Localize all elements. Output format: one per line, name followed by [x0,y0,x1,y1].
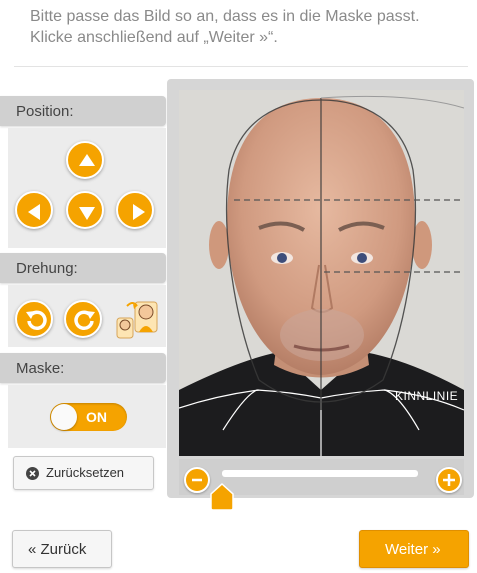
zoom-out-button[interactable] [184,467,210,493]
move-down-button[interactable] [66,191,104,229]
rotate-left-button[interactable] [15,300,53,338]
chin-line-label: KINNLINIE [395,389,459,403]
zoom-out-icon [192,478,202,482]
instruction-text: Bitte passe das Bild so an, dass es in d… [30,8,420,46]
rotation-header: Drehung: [0,253,166,283]
mask-toggle[interactable]: ON [50,403,127,431]
arrow-left-icon [28,204,40,220]
photo-canvas[interactable]: KINNLINIE [179,90,464,456]
move-up-button[interactable] [66,141,104,179]
rotate-right-button[interactable] [64,300,102,338]
next-button[interactable]: Weiter » [359,530,469,568]
back-button[interactable]: « Zurück [12,530,112,568]
zoom-slider-thumb[interactable] [210,483,234,511]
position-label: Position: [16,103,74,120]
arrow-up-icon [79,154,95,166]
rotate-right-icon [74,310,95,331]
position-header: Position: [0,96,166,126]
reset-button[interactable]: Zurücksetzen [13,456,154,490]
divider [14,66,468,67]
back-label: « Zurück [28,541,87,558]
mirror-image-button[interactable] [115,296,161,340]
rotate-left-icon [26,310,47,331]
toggle-label: ON [86,409,107,425]
zoom-in-button[interactable] [436,467,462,493]
toggle-knob [51,404,77,430]
mask-header: Maske: [0,353,166,383]
mask-label: Maske: [16,360,65,377]
zoom-in-icon [443,474,455,486]
move-left-button[interactable] [15,191,53,229]
arrow-right-icon [133,204,145,220]
zoom-slider-track[interactable] [222,470,418,477]
move-right-button[interactable] [116,191,154,229]
mirror-face-icon [116,301,158,339]
close-circle-icon [26,467,39,480]
reset-label: Zurücksetzen [46,465,125,480]
rotation-label: Drehung: [16,260,78,277]
arrow-down-icon [79,207,95,220]
next-label: Weiter » [385,541,441,558]
